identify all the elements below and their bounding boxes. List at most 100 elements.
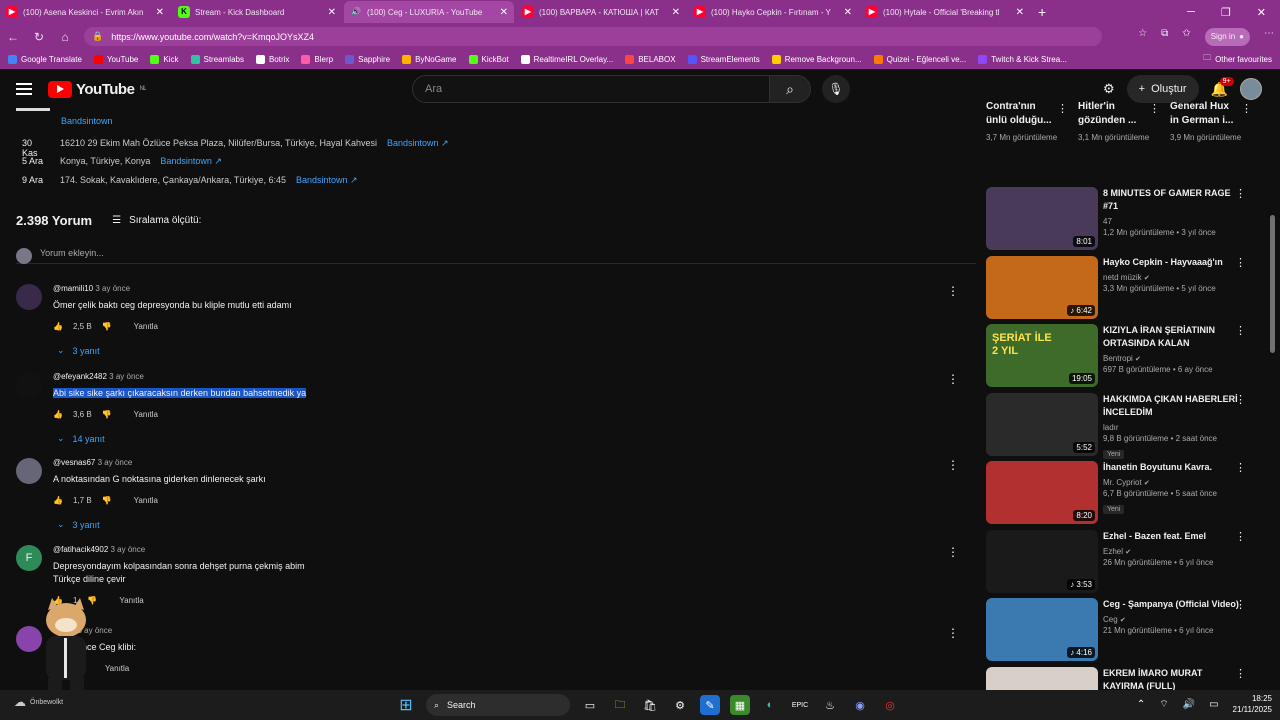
- new-tab-button[interactable]: +: [1038, 4, 1046, 20]
- channel-name[interactable]: Mr. Cypriot ✔: [1103, 478, 1241, 487]
- channel-name[interactable]: Ceg ✔: [1103, 615, 1241, 624]
- avatar[interactable]: [1240, 78, 1262, 100]
- store-icon[interactable]: 🛍: [640, 695, 660, 715]
- reply-button[interactable]: Yanıtla: [105, 664, 129, 673]
- minimize-icon[interactable]: ─: [1187, 6, 1195, 19]
- close-icon[interactable]: ✕: [156, 7, 164, 18]
- favorites-icon[interactable]: ✩: [1182, 28, 1190, 46]
- extension-icon[interactable]: ⧉: [1161, 28, 1168, 46]
- show-replies-button[interactable]: ⌄ 3 yanıt: [57, 519, 933, 530]
- signin-button[interactable]: Sign in ●: [1204, 27, 1250, 46]
- short-card[interactable]: Hitler'in gözünden ... 3,1 Mn görüntüleme…: [1078, 100, 1160, 144]
- thumbs-up-icon[interactable]: 👍: [53, 322, 63, 331]
- browser-tab[interactable]: 🔊 (100) Ceg - LUXURIA - YouTube ✕: [344, 1, 514, 23]
- video-thumbnail[interactable]: 8:20: [986, 461, 1098, 524]
- thumbs-down-icon[interactable]: 👎: [102, 410, 112, 419]
- comment-time[interactable]: 3 ay önce: [95, 284, 130, 293]
- video-more-icon[interactable]: ⋮: [1235, 530, 1246, 543]
- video-more-icon[interactable]: ⋮: [1235, 256, 1246, 269]
- search-input[interactable]: Ara: [412, 75, 770, 103]
- show-replies-button[interactable]: ⌄ 14 yanıt: [57, 433, 933, 444]
- maximize-icon[interactable]: ❐: [1221, 6, 1231, 19]
- reply-button[interactable]: Yanıtla: [134, 496, 158, 505]
- bookmark-item[interactable]: Google Translate: [8, 54, 82, 64]
- notifications-button[interactable]: 🔔 9+: [1211, 76, 1234, 98]
- taskbar-search[interactable]: ⌕ Search: [426, 694, 570, 716]
- sort-button[interactable]: ☰ Sıralama ölçütü:: [112, 215, 201, 226]
- channel-name[interactable]: netd müzik ✔: [1103, 273, 1241, 282]
- back-icon[interactable]: ←: [6, 30, 20, 44]
- browser-tab[interactable]: K Stream - Kick Dashboard ✕: [172, 1, 342, 23]
- video-more-icon[interactable]: ⋮: [1235, 667, 1246, 680]
- reply-button[interactable]: Yanıtla: [134, 410, 158, 419]
- menu-icon[interactable]: [16, 80, 32, 98]
- bookmark-item[interactable]: Botrix: [255, 54, 289, 64]
- video-more-icon[interactable]: ⋮: [1235, 598, 1246, 611]
- star-icon[interactable]: ☆: [1138, 28, 1147, 46]
- comment-time[interactable]: 3 ay önce: [111, 545, 146, 554]
- windows-start-icon[interactable]: ⊞: [396, 695, 416, 715]
- thumbs-down-icon[interactable]: 👎: [102, 322, 112, 331]
- bookmark-item[interactable]: Blerp: [301, 54, 333, 64]
- channel-name[interactable]: 47: [1103, 217, 1241, 226]
- more-icon[interactable]: ⋮: [1241, 102, 1252, 115]
- wifi-icon[interactable]: ⌔: [1159, 698, 1168, 711]
- weather-widget[interactable]: ☁ Önbewolkt: [14, 695, 63, 709]
- video-thumbnail[interactable]: ŞERİAT İLE 2 YIL 19:05: [986, 324, 1098, 387]
- bookmark-item[interactable]: Remove Backgroun...: [771, 54, 862, 64]
- bandsintown-link[interactable]: Bandsintown ↗: [160, 156, 222, 167]
- bookmark-item[interactable]: Streamlabs: [190, 54, 244, 64]
- avatar[interactable]: [16, 458, 42, 484]
- steam-icon[interactable]: ♨: [820, 695, 840, 715]
- video-thumbnail[interactable]: 5:52: [986, 392, 1098, 456]
- video-thumbnail[interactable]: ♪ 6:42: [986, 255, 1098, 319]
- close-icon[interactable]: ✕: [500, 7, 508, 18]
- bookmark-item[interactable]: Sapphire: [345, 54, 390, 64]
- youtube-logo[interactable]: YouTube NL: [48, 80, 147, 98]
- more-icon[interactable]: ⋮: [1057, 102, 1068, 115]
- comment-more-icon[interactable]: ⋮: [947, 372, 959, 386]
- epic-games-icon[interactable]: EPIC: [790, 695, 810, 715]
- channel-name[interactable]: Ezhel ✔: [1103, 547, 1241, 556]
- video-thumbnail[interactable]: [986, 666, 1098, 690]
- avatar[interactable]: F: [16, 545, 42, 571]
- other-favourites[interactable]: 🗀 Other favourites: [1203, 52, 1280, 66]
- browser-tab[interactable]: ▶ (100) Hytale - Official 'Breaking tl ✕: [860, 1, 1030, 23]
- channel-name[interactable]: Bentropi ✔: [1103, 354, 1241, 363]
- bookmark-item[interactable]: RealtimeIRL Overlay...: [520, 54, 613, 64]
- discord-icon[interactable]: ◉: [850, 695, 870, 715]
- video-more-icon[interactable]: ⋮: [1235, 393, 1246, 406]
- comment-time[interactable]: 3 ay önce: [98, 458, 133, 467]
- close-icon[interactable]: ✕: [844, 7, 852, 18]
- clock[interactable]: 18:25 21/11/2025: [1233, 693, 1272, 715]
- thumbs-down-icon[interactable]: 👎: [102, 496, 112, 505]
- thumbs-up-icon[interactable]: 👍: [53, 410, 63, 419]
- page-scrollbar[interactable]: [1270, 215, 1275, 353]
- create-button[interactable]: + Oluştur: [1126, 75, 1199, 103]
- video-thumbnail[interactable]: ♪ 4:16: [986, 598, 1098, 661]
- bookmark-item[interactable]: YouTube: [93, 54, 138, 64]
- more-icon[interactable]: ⋮: [1149, 102, 1160, 115]
- close-icon[interactable]: ✕: [1016, 7, 1024, 18]
- bookmark-item[interactable]: ByNoGame: [402, 54, 457, 64]
- browser-tab[interactable]: ▶ (100) ВАРВАРА - КАТЮША | КАТ ✕: [516, 1, 686, 23]
- comment-more-icon[interactable]: ⋮: [947, 284, 959, 298]
- recommended-video[interactable]: 5:52 HAKKIMDA ÇIKAN HABERLERİ İNCELEDİM la…: [986, 392, 1252, 459]
- bookmark-item[interactable]: BELABOX: [625, 54, 676, 64]
- recommended-video[interactable]: EKREM İMARO MURAT KAYIRMA (FULL) ⋮: [986, 666, 1252, 690]
- comment-author[interactable]: @mamili10: [53, 284, 93, 293]
- video-more-icon[interactable]: ⋮: [1235, 461, 1246, 474]
- comment-more-icon[interactable]: ⋮: [947, 458, 959, 472]
- comment-more-icon[interactable]: ⋮: [947, 545, 959, 559]
- recommended-video[interactable]: 8:20 İhanetin Boyutunu Kavra. Mr. Cypriot …: [986, 461, 1252, 525]
- close-icon[interactable]: ✕: [672, 7, 680, 18]
- browser-tab[interactable]: ▶ (100) Asena Keskinci - Evrim Akın ✕: [0, 1, 170, 23]
- add-comment-field[interactable]: Yorum ekleyin...: [16, 248, 976, 264]
- voice-search-button[interactable]: 🎙: [822, 75, 850, 103]
- short-card[interactable]: General Hux in German i... 3,9 Mn görüntü…: [1170, 100, 1252, 144]
- reply-button[interactable]: Yanıtla: [119, 596, 143, 605]
- comment-time[interactable]: 3 ay önce: [109, 372, 144, 381]
- comment-author[interactable]: @fatihacik4902: [53, 545, 108, 554]
- bandsintown-link[interactable]: Bandsintown ↗: [296, 175, 358, 186]
- volume-icon[interactable]: 🔊: [1183, 699, 1195, 710]
